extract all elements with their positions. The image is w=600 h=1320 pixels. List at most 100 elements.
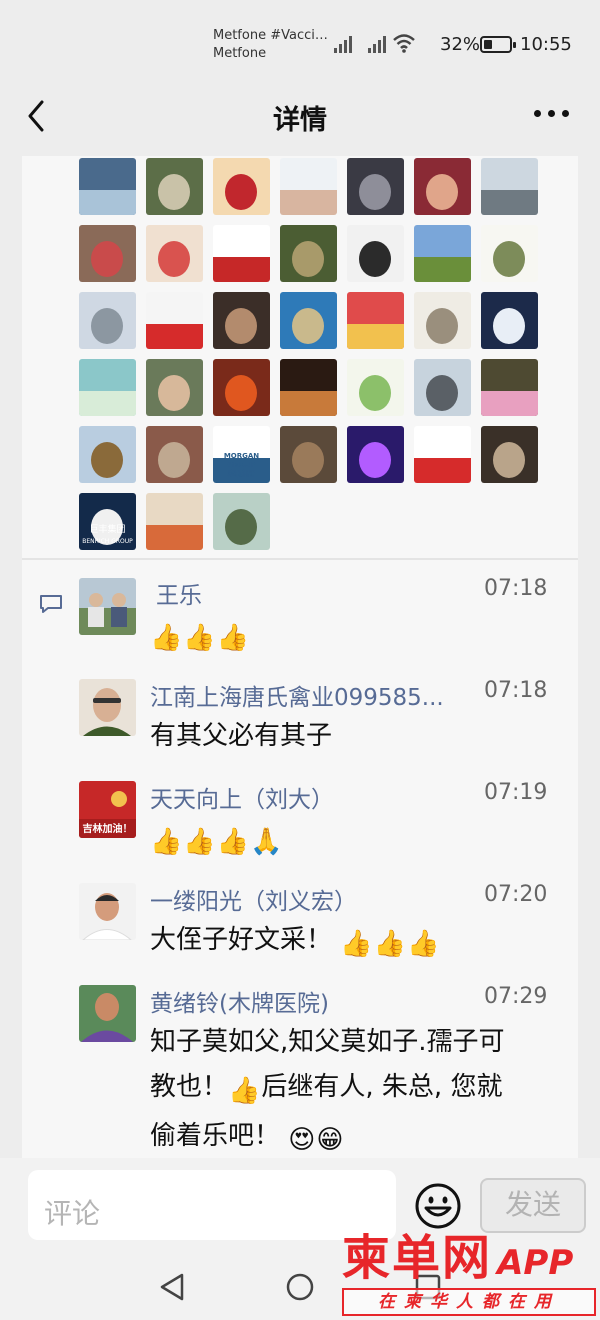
liker-avatar[interactable] xyxy=(79,359,136,416)
avatar-image xyxy=(79,578,136,635)
liker-avatar[interactable] xyxy=(347,225,404,282)
comment-icon xyxy=(40,595,62,613)
comment-author[interactable]: 天天向上（刘大） xyxy=(150,780,468,814)
thumbs-up-emoji: 👍👍👍 xyxy=(340,929,441,959)
avatar-image xyxy=(213,359,270,416)
avatar-image xyxy=(146,225,203,282)
avatar-image xyxy=(280,292,337,349)
liker-avatar[interactable] xyxy=(213,359,270,416)
comment-line-3: 偷着乐吧！ 😍😁 xyxy=(150,1114,560,1163)
liker-avatar[interactable] xyxy=(481,359,538,416)
liker-avatar[interactable] xyxy=(213,292,270,349)
avatar-image xyxy=(414,225,471,282)
liker-avatar[interactable] xyxy=(481,225,538,282)
liker-avatar[interactable] xyxy=(414,426,471,483)
avatar[interactable]: 吉林加油！ xyxy=(79,781,136,838)
battery-icon xyxy=(480,36,516,53)
comment-time: 07:18 xyxy=(484,678,548,703)
comment-line-3-text: 偷着乐吧！ xyxy=(150,1121,281,1151)
avatar[interactable] xyxy=(79,578,136,635)
liker-avatar[interactable] xyxy=(347,426,404,483)
brand-label: MORGAN GROUP 摩根集团 xyxy=(223,452,260,478)
liker-avatar[interactable] xyxy=(213,493,270,550)
thumbs-up-emoji: 👍👍👍 xyxy=(150,623,251,653)
liker-avatar[interactable] xyxy=(347,292,404,349)
brand-label: 巨丰集团 BENRICH GROUP xyxy=(82,525,133,545)
liker-avatar[interactable] xyxy=(414,158,471,215)
avatar-image xyxy=(347,292,404,349)
avatar-image xyxy=(347,359,404,416)
comment-text: 👍👍👍🙏 xyxy=(150,816,560,865)
avatar-image xyxy=(280,359,337,416)
avatar-image xyxy=(79,158,136,215)
comment-author[interactable]: 王乐 xyxy=(156,576,474,610)
comment-text-content: 大侄子好文采！ xyxy=(150,925,333,955)
avatar-image xyxy=(414,292,471,349)
comment-input[interactable]: 评论 xyxy=(28,1170,396,1240)
comment-author[interactable]: 一缕阳光（刘义宏） xyxy=(150,882,468,916)
liker-avatar[interactable] xyxy=(79,158,136,215)
avatar[interactable] xyxy=(79,883,136,940)
liker-avatar[interactable] xyxy=(146,493,203,550)
liker-avatar[interactable] xyxy=(347,359,404,416)
thumbs-up-emoji: 👍 xyxy=(228,1076,262,1106)
comment-time: 07:19 xyxy=(484,780,548,805)
avatar-image xyxy=(481,225,538,282)
liker-avatar[interactable]: 巨丰集团 BENRICH GROUP xyxy=(79,493,136,550)
liker-avatar[interactable] xyxy=(280,158,337,215)
send-button[interactable]: 发送 xyxy=(480,1178,586,1233)
liker-avatar[interactable] xyxy=(414,292,471,349)
comment-text: 知子莫如父,知父莫如子.孺子可 教也！👍后继有人, 朱总, 您就 偷着乐吧！ 😍… xyxy=(150,1020,560,1163)
avatar-image xyxy=(280,225,337,282)
liker-avatar[interactable] xyxy=(213,225,270,282)
comment-text: 有其父必有其子 xyxy=(150,721,333,751)
avatar-image xyxy=(146,359,203,416)
liker-avatar[interactable] xyxy=(414,225,471,282)
liker-avatar[interactable] xyxy=(280,426,337,483)
clock: 10:55 xyxy=(520,34,572,55)
avatar[interactable] xyxy=(79,679,136,736)
liker-avatar[interactable] xyxy=(146,158,203,215)
comment-time: 07:18 xyxy=(484,576,548,601)
liker-avatar[interactable] xyxy=(146,359,203,416)
liker-avatar[interactable] xyxy=(347,158,404,215)
more-icon[interactable] xyxy=(532,110,572,122)
smiley-icon[interactable] xyxy=(414,1182,462,1230)
liker-avatar[interactable] xyxy=(481,292,538,349)
liker-avatar[interactable] xyxy=(280,292,337,349)
liker-avatar[interactable] xyxy=(79,292,136,349)
avatar-image xyxy=(146,426,203,483)
liker-avatar[interactable] xyxy=(79,225,136,282)
liker-avatar[interactable] xyxy=(414,359,471,416)
top-nav: 详情 xyxy=(0,86,600,156)
liker-avatar[interactable]: MORGAN GROUP 摩根集团 xyxy=(213,426,270,483)
liker-avatar[interactable] xyxy=(280,359,337,416)
liker-avatar[interactable] xyxy=(79,426,136,483)
liker-avatar[interactable] xyxy=(146,426,203,483)
liker-avatar[interactable] xyxy=(146,292,203,349)
comments-panel: 王乐 07:18 👍👍👍 江南上海唐氏禽业099585... 07:18 有其父… xyxy=(22,560,578,1158)
avatar-image xyxy=(79,679,136,736)
avatar[interactable] xyxy=(79,985,136,1042)
avatar-image xyxy=(414,158,471,215)
comment-author[interactable]: 黄绪铃(木牌医院) xyxy=(150,984,468,1018)
watermark-app: APP xyxy=(497,1243,574,1283)
cell-signal-1-icon xyxy=(334,36,352,53)
liker-avatar[interactable] xyxy=(481,426,538,483)
liker-avatar[interactable] xyxy=(481,158,538,215)
comment-author[interactable]: 江南上海唐氏禽业099585... xyxy=(150,678,468,712)
liker-avatar[interactable] xyxy=(213,158,270,215)
comment-line-1: 知子莫如父,知父莫如子.孺子可 xyxy=(150,1027,505,1057)
avatar-image xyxy=(481,292,538,349)
triangle-back-icon[interactable] xyxy=(158,1272,186,1302)
avatar-image xyxy=(146,158,203,215)
avatar-image xyxy=(79,359,136,416)
circle-home-icon[interactable] xyxy=(285,1272,315,1302)
avatar-image xyxy=(414,426,471,483)
liker-avatar[interactable] xyxy=(280,225,337,282)
carrier-line-2: Metfone xyxy=(213,46,267,61)
watermark-title: 柬单网 xyxy=(342,1230,493,1286)
carrier-info: Metfone #Vaccin... Metfone xyxy=(213,27,333,63)
page-title: 详情 xyxy=(273,105,327,136)
liker-avatar[interactable] xyxy=(146,225,203,282)
